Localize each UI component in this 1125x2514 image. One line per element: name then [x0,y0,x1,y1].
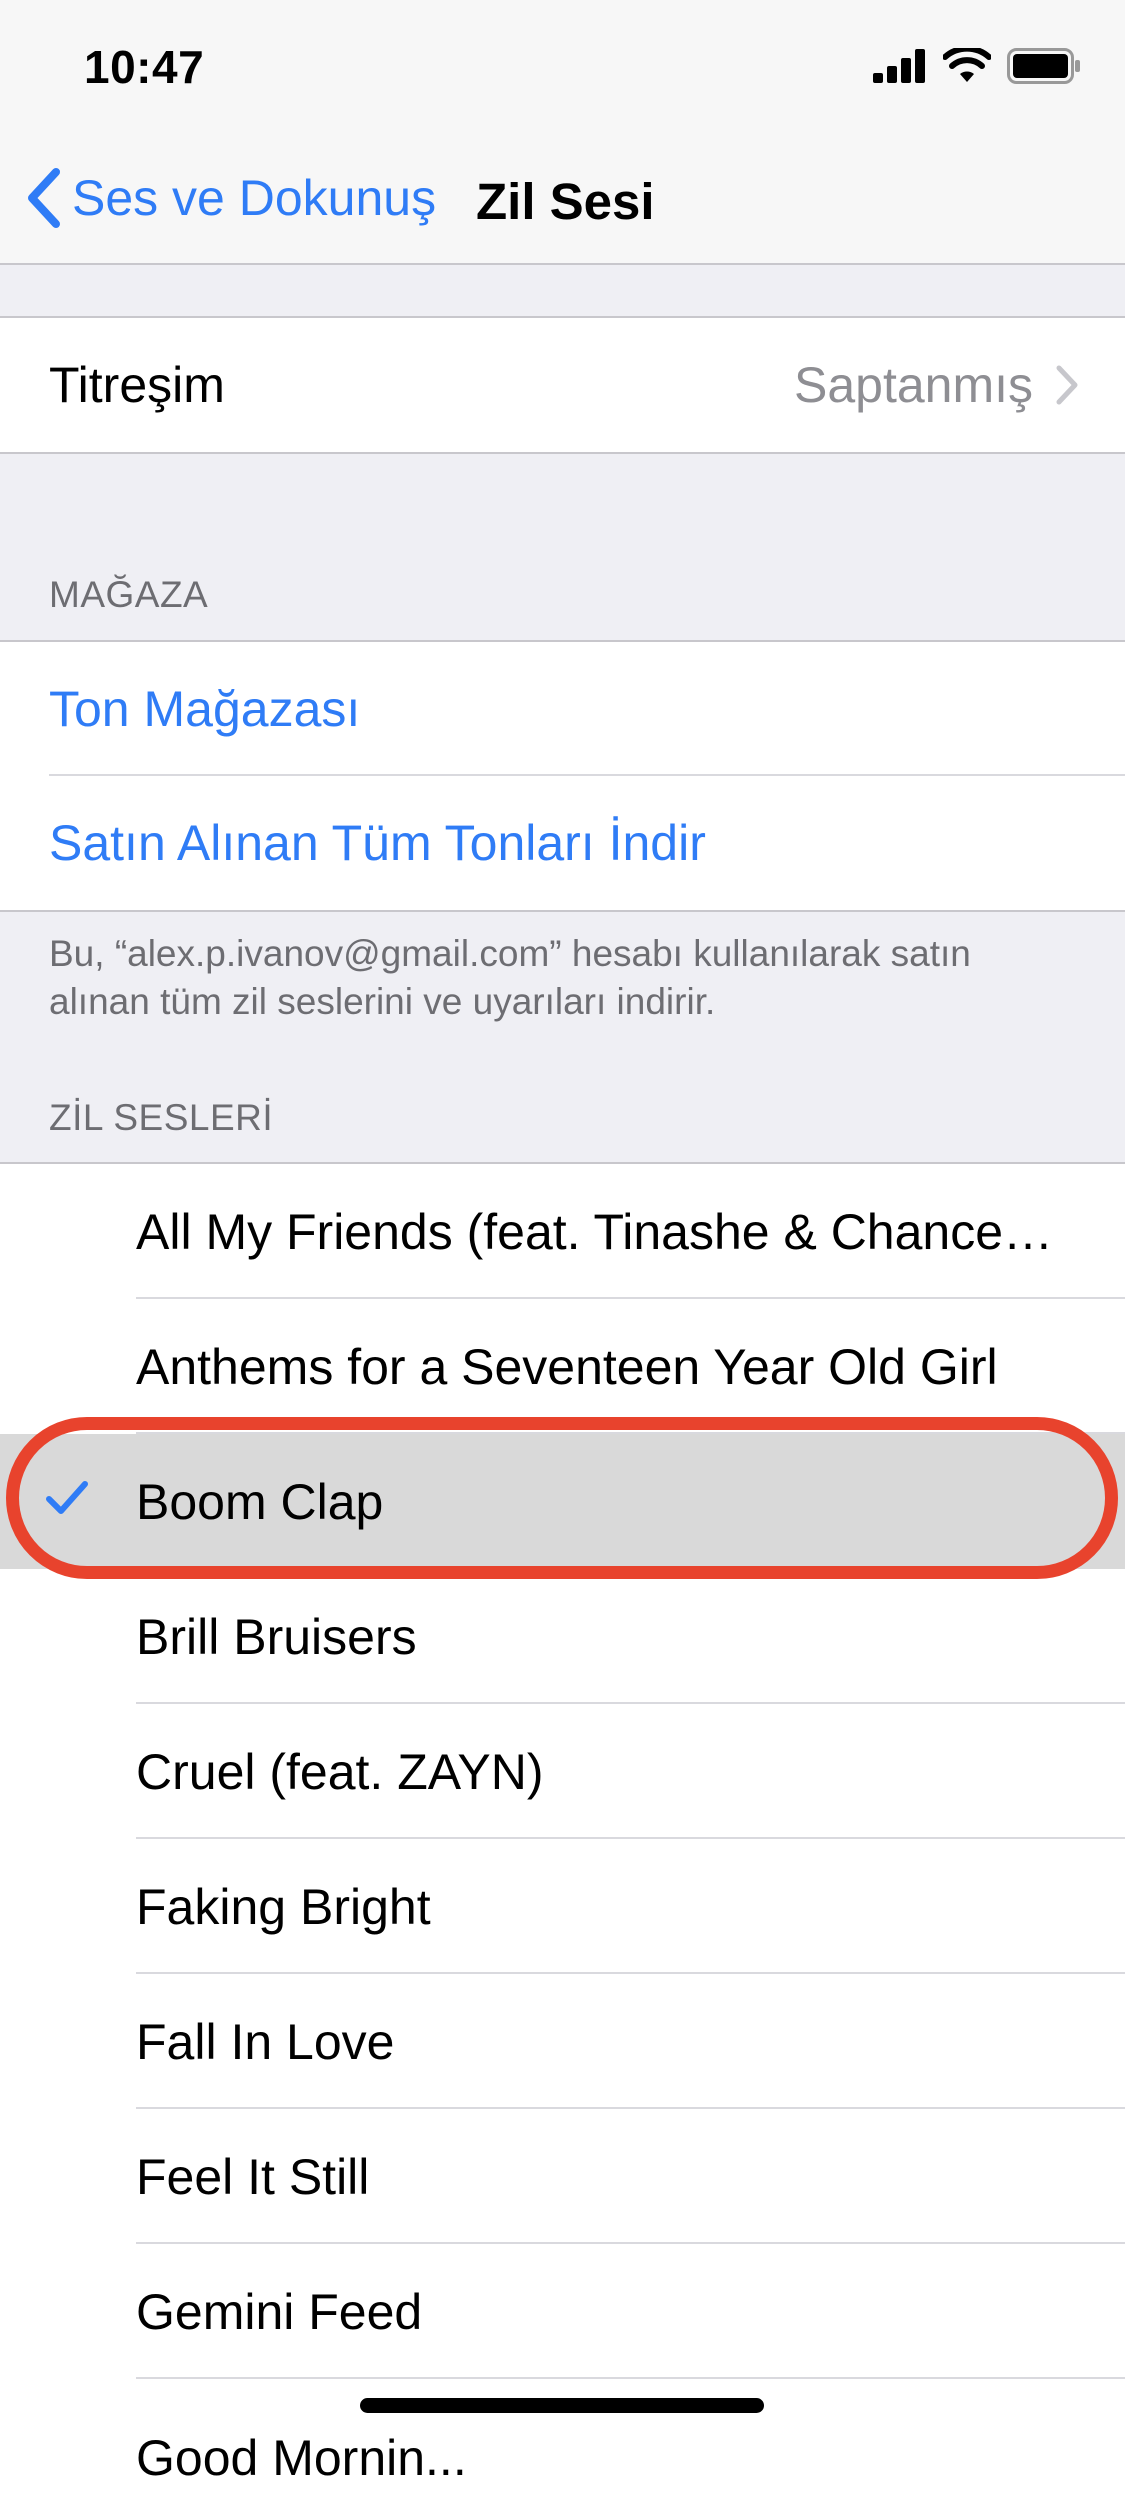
download-all-tones-link[interactable]: Satın Alınan Tüm Tonları İndir [49,814,706,872]
ringtone-name: Anthems for a Seventeen Year Old Girl [136,1338,998,1395]
vibration-row[interactable]: Titreşim Saptanmış [0,318,1125,452]
vibration-group: Titreşim Saptanmış [0,316,1125,454]
wifi-icon [943,48,991,82]
ringtone-row[interactable]: Gemini Feed [0,2244,1125,2379]
store-section-header: MAĞAZA [49,574,209,615]
store-group: Ton Mağazası Satın Alınan Tüm Tonları İn… [0,640,1125,912]
battery-icon [1007,48,1080,84]
ringtone-name: Feel It Still [136,2148,370,2205]
store-footer-text: Bu, “alex.p.ivanov@gmail.com” hesabı kul… [49,933,971,1022]
status-icons [873,48,1081,84]
ringtones-group: All My Friends (feat. Tinashe & Chance… … [0,1162,1125,2514]
back-button-label: Ses ve Dokunuş [72,170,437,226]
back-chevron-icon [28,168,60,228]
vibration-label: Titreşim [49,357,225,413]
ringtone-name: Cruel (feat. ZAYN) [136,1743,544,1800]
ringtone-row[interactable]: All My Friends (feat. Tinashe & Chance… [0,1164,1125,1299]
ringtone-name: All My Friends (feat. Tinashe & Chance… [136,1203,1054,1260]
navigation-bar: Ses ve Dokunuş Zil Sesi [0,132,1125,265]
back-button[interactable]: Ses ve Dokunuş [24,166,436,230]
ringtone-row[interactable]: Brill Bruisers [0,1569,1125,1704]
ringtone-name: Fall In Love [136,2013,395,2070]
ringtone-row[interactable]: Anthems for a Seventeen Year Old Girl [0,1299,1125,1434]
ringtones-section-header: ZİL SESLERİ [49,1097,274,1138]
home-indicator[interactable] [360,2398,764,2413]
download-all-tones-row[interactable]: Satın Alınan Tüm Tonları İndir [0,776,1125,910]
ringtone-name: Brill Bruisers [136,1608,417,1665]
signal-icon [873,49,925,83]
ringtone-name: Faking Bright [136,1878,431,1935]
vibration-value: Saptanmış [793,357,1033,413]
disclosure-chevron-icon [1056,365,1078,405]
ringtone-row[interactable]: Faking Bright [0,1839,1125,1974]
status-time: 10:47 [84,41,205,93]
tone-store-row[interactable]: Ton Mağazası [0,642,1125,776]
ringtone-row[interactable]: Feel It Still [0,2109,1125,2244]
ringtone-name: Good Mornin... [136,2430,467,2486]
status-bar: 10:47 [0,0,1125,132]
page-title: Zil Sesi [476,173,655,230]
highlight-annotation-ring [6,1417,1118,1579]
ringtone-name: Gemini Feed [136,2283,423,2340]
tone-store-link[interactable]: Ton Mağazası [49,680,360,738]
ringtone-row[interactable]: Cruel (feat. ZAYN) [0,1704,1125,1839]
ringtone-row[interactable]: Fall In Love [0,1974,1125,2109]
